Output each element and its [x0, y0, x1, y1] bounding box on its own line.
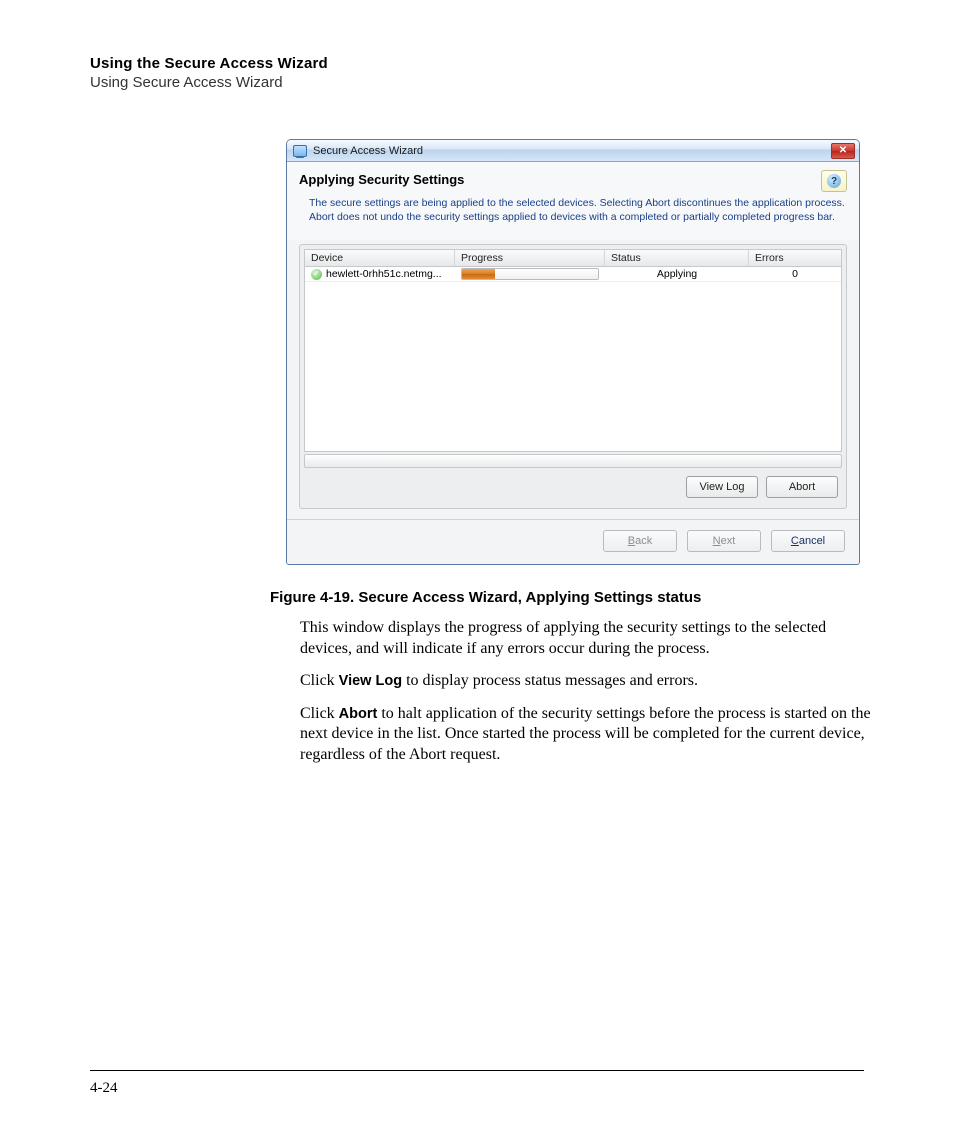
back-button[interactable]: Back: [603, 530, 677, 552]
table-body: ✓ hewlett-0rhh51c.netmg... Applying 0: [304, 267, 842, 452]
monitor-icon: [293, 145, 307, 157]
view-log-button[interactable]: View Log: [686, 476, 758, 498]
footer-rule: [90, 1070, 864, 1071]
device-name: hewlett-0rhh51c.netmg...: [326, 268, 442, 280]
dialog-description: The secure settings are being applied to…: [299, 192, 847, 230]
errors-value: 0: [749, 268, 841, 280]
col-errors[interactable]: Errors: [749, 250, 841, 266]
table-row[interactable]: ✓ hewlett-0rhh51c.netmg... Applying 0: [305, 267, 841, 282]
col-progress[interactable]: Progress: [455, 250, 605, 266]
dialog-heading: Applying Security Settings: [299, 170, 813, 187]
bold-view-log: View Log: [339, 673, 402, 689]
header-title: Using the Secure Access Wizard: [90, 55, 864, 72]
paragraph: Click Abort to halt application of the s…: [300, 704, 874, 765]
horizontal-scrollbar[interactable]: [304, 454, 842, 468]
status-value: Applying: [605, 268, 749, 280]
cancel-button[interactable]: Cancel: [771, 530, 845, 552]
help-button[interactable]: ?: [821, 170, 847, 192]
close-icon: ✕: [839, 145, 847, 156]
progress-fill: [462, 269, 495, 279]
body-text: This window displays the progress of app…: [300, 618, 874, 765]
header-subtitle: Using Secure Access Wizard: [90, 74, 864, 91]
status-ok-icon: ✓: [311, 269, 322, 280]
progress-bar: [461, 268, 599, 280]
col-device[interactable]: Device: [305, 250, 455, 266]
paragraph: Click View Log to display process status…: [300, 671, 874, 691]
table-header: Device Progress Status Errors: [304, 249, 842, 267]
col-status[interactable]: Status: [605, 250, 749, 266]
bold-abort: Abort: [339, 706, 378, 722]
paragraph: This window displays the progress of app…: [300, 618, 874, 659]
secure-access-wizard-dialog: Secure Access Wizard ✕ Applying Security…: [286, 139, 860, 565]
dialog-body: Applying Security Settings ? The secure …: [287, 162, 859, 240]
page-header: Using the Secure Access Wizard Using Sec…: [90, 55, 864, 91]
close-button[interactable]: ✕: [831, 143, 855, 159]
titlebar: Secure Access Wizard ✕: [287, 140, 859, 162]
wizard-nav: Back Next Cancel: [287, 519, 859, 564]
figure-caption: Figure 4-19. Secure Access Wizard, Apply…: [270, 589, 864, 606]
help-icon: ?: [827, 174, 841, 188]
figure-dialog: Secure Access Wizard ✕ Applying Security…: [286, 139, 860, 565]
abort-button[interactable]: Abort: [766, 476, 838, 498]
next-button[interactable]: Next: [687, 530, 761, 552]
page-number: 4-24: [90, 1080, 118, 1097]
window-title: Secure Access Wizard: [313, 145, 825, 157]
device-panel: Device Progress Status Errors ✓ hewlett-…: [299, 244, 847, 509]
